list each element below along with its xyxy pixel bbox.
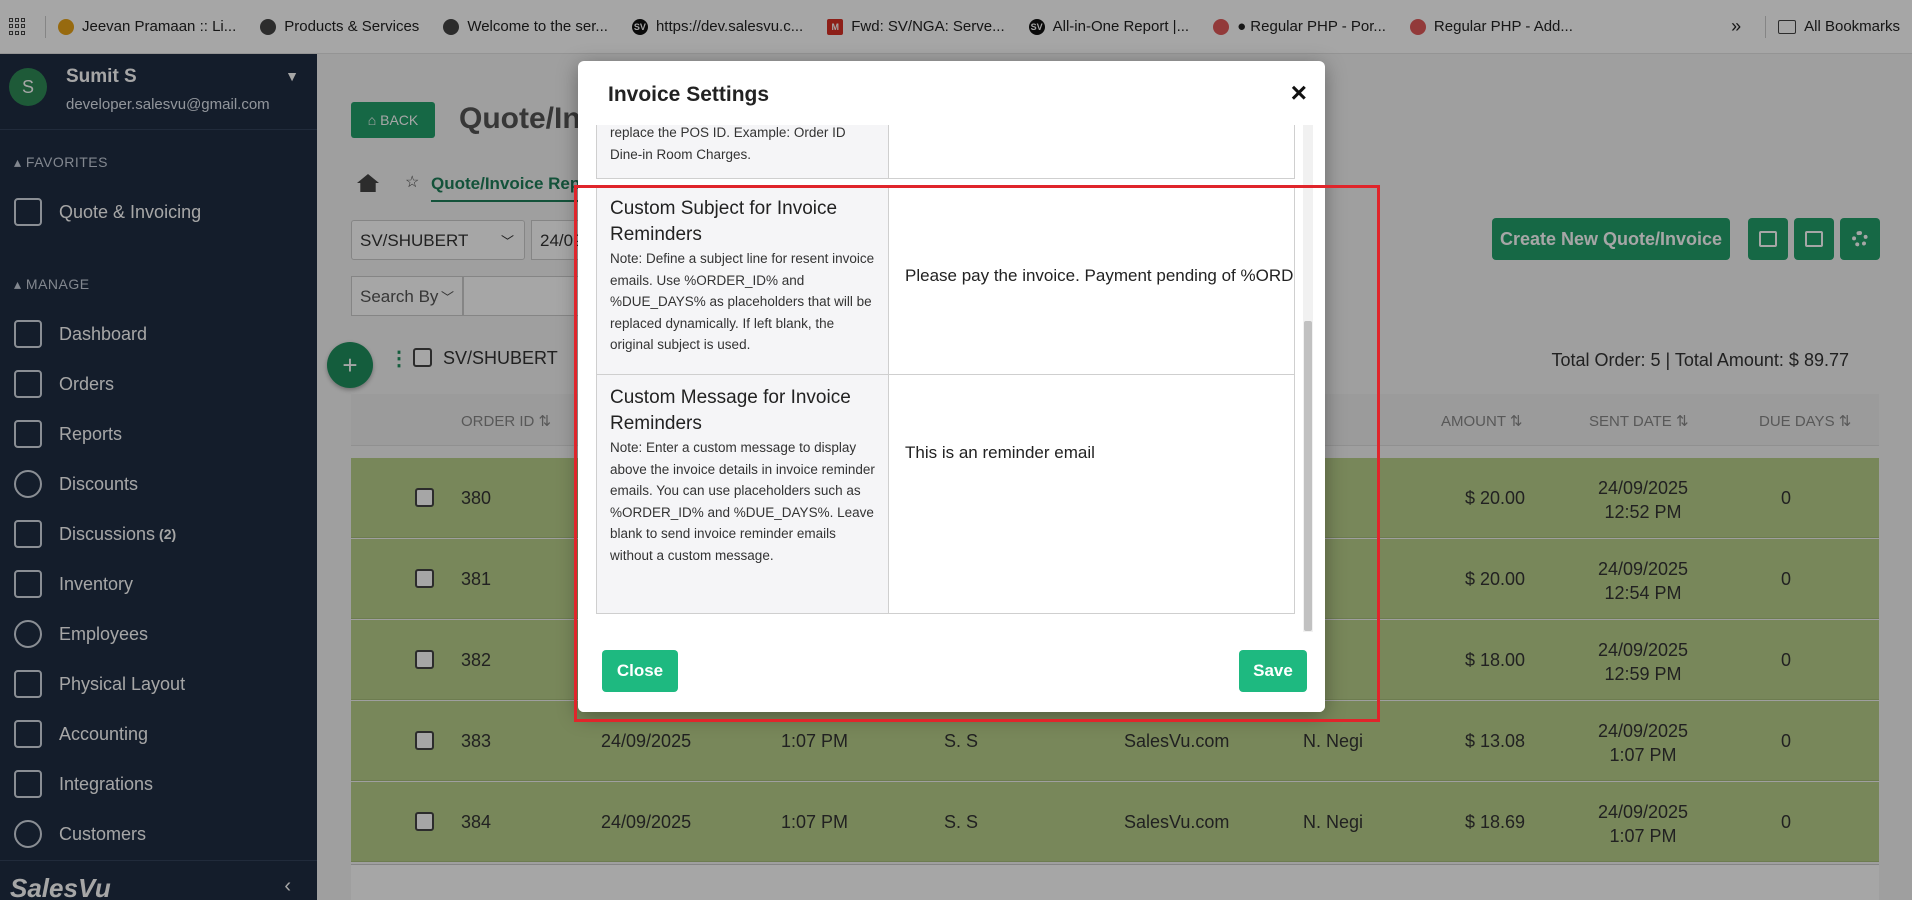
modal-header: Invoice Settings ×	[578, 61, 1325, 125]
settings-row-pos-id: replace the POS ID. Example: Order ID Di…	[596, 125, 1295, 179]
setting-value-cell	[889, 125, 1294, 178]
modal-title: Invoice Settings	[608, 83, 770, 106]
close-icon[interactable]: ×	[1291, 77, 1307, 109]
setting-label-cell: replace the POS ID. Example: Order ID Di…	[597, 125, 889, 178]
setting-note: Dine-in Room Charges.	[610, 146, 752, 162]
annotation-highlight-box	[574, 185, 1380, 722]
setting-note: replace the POS ID. Example: Order ID	[610, 125, 846, 140]
